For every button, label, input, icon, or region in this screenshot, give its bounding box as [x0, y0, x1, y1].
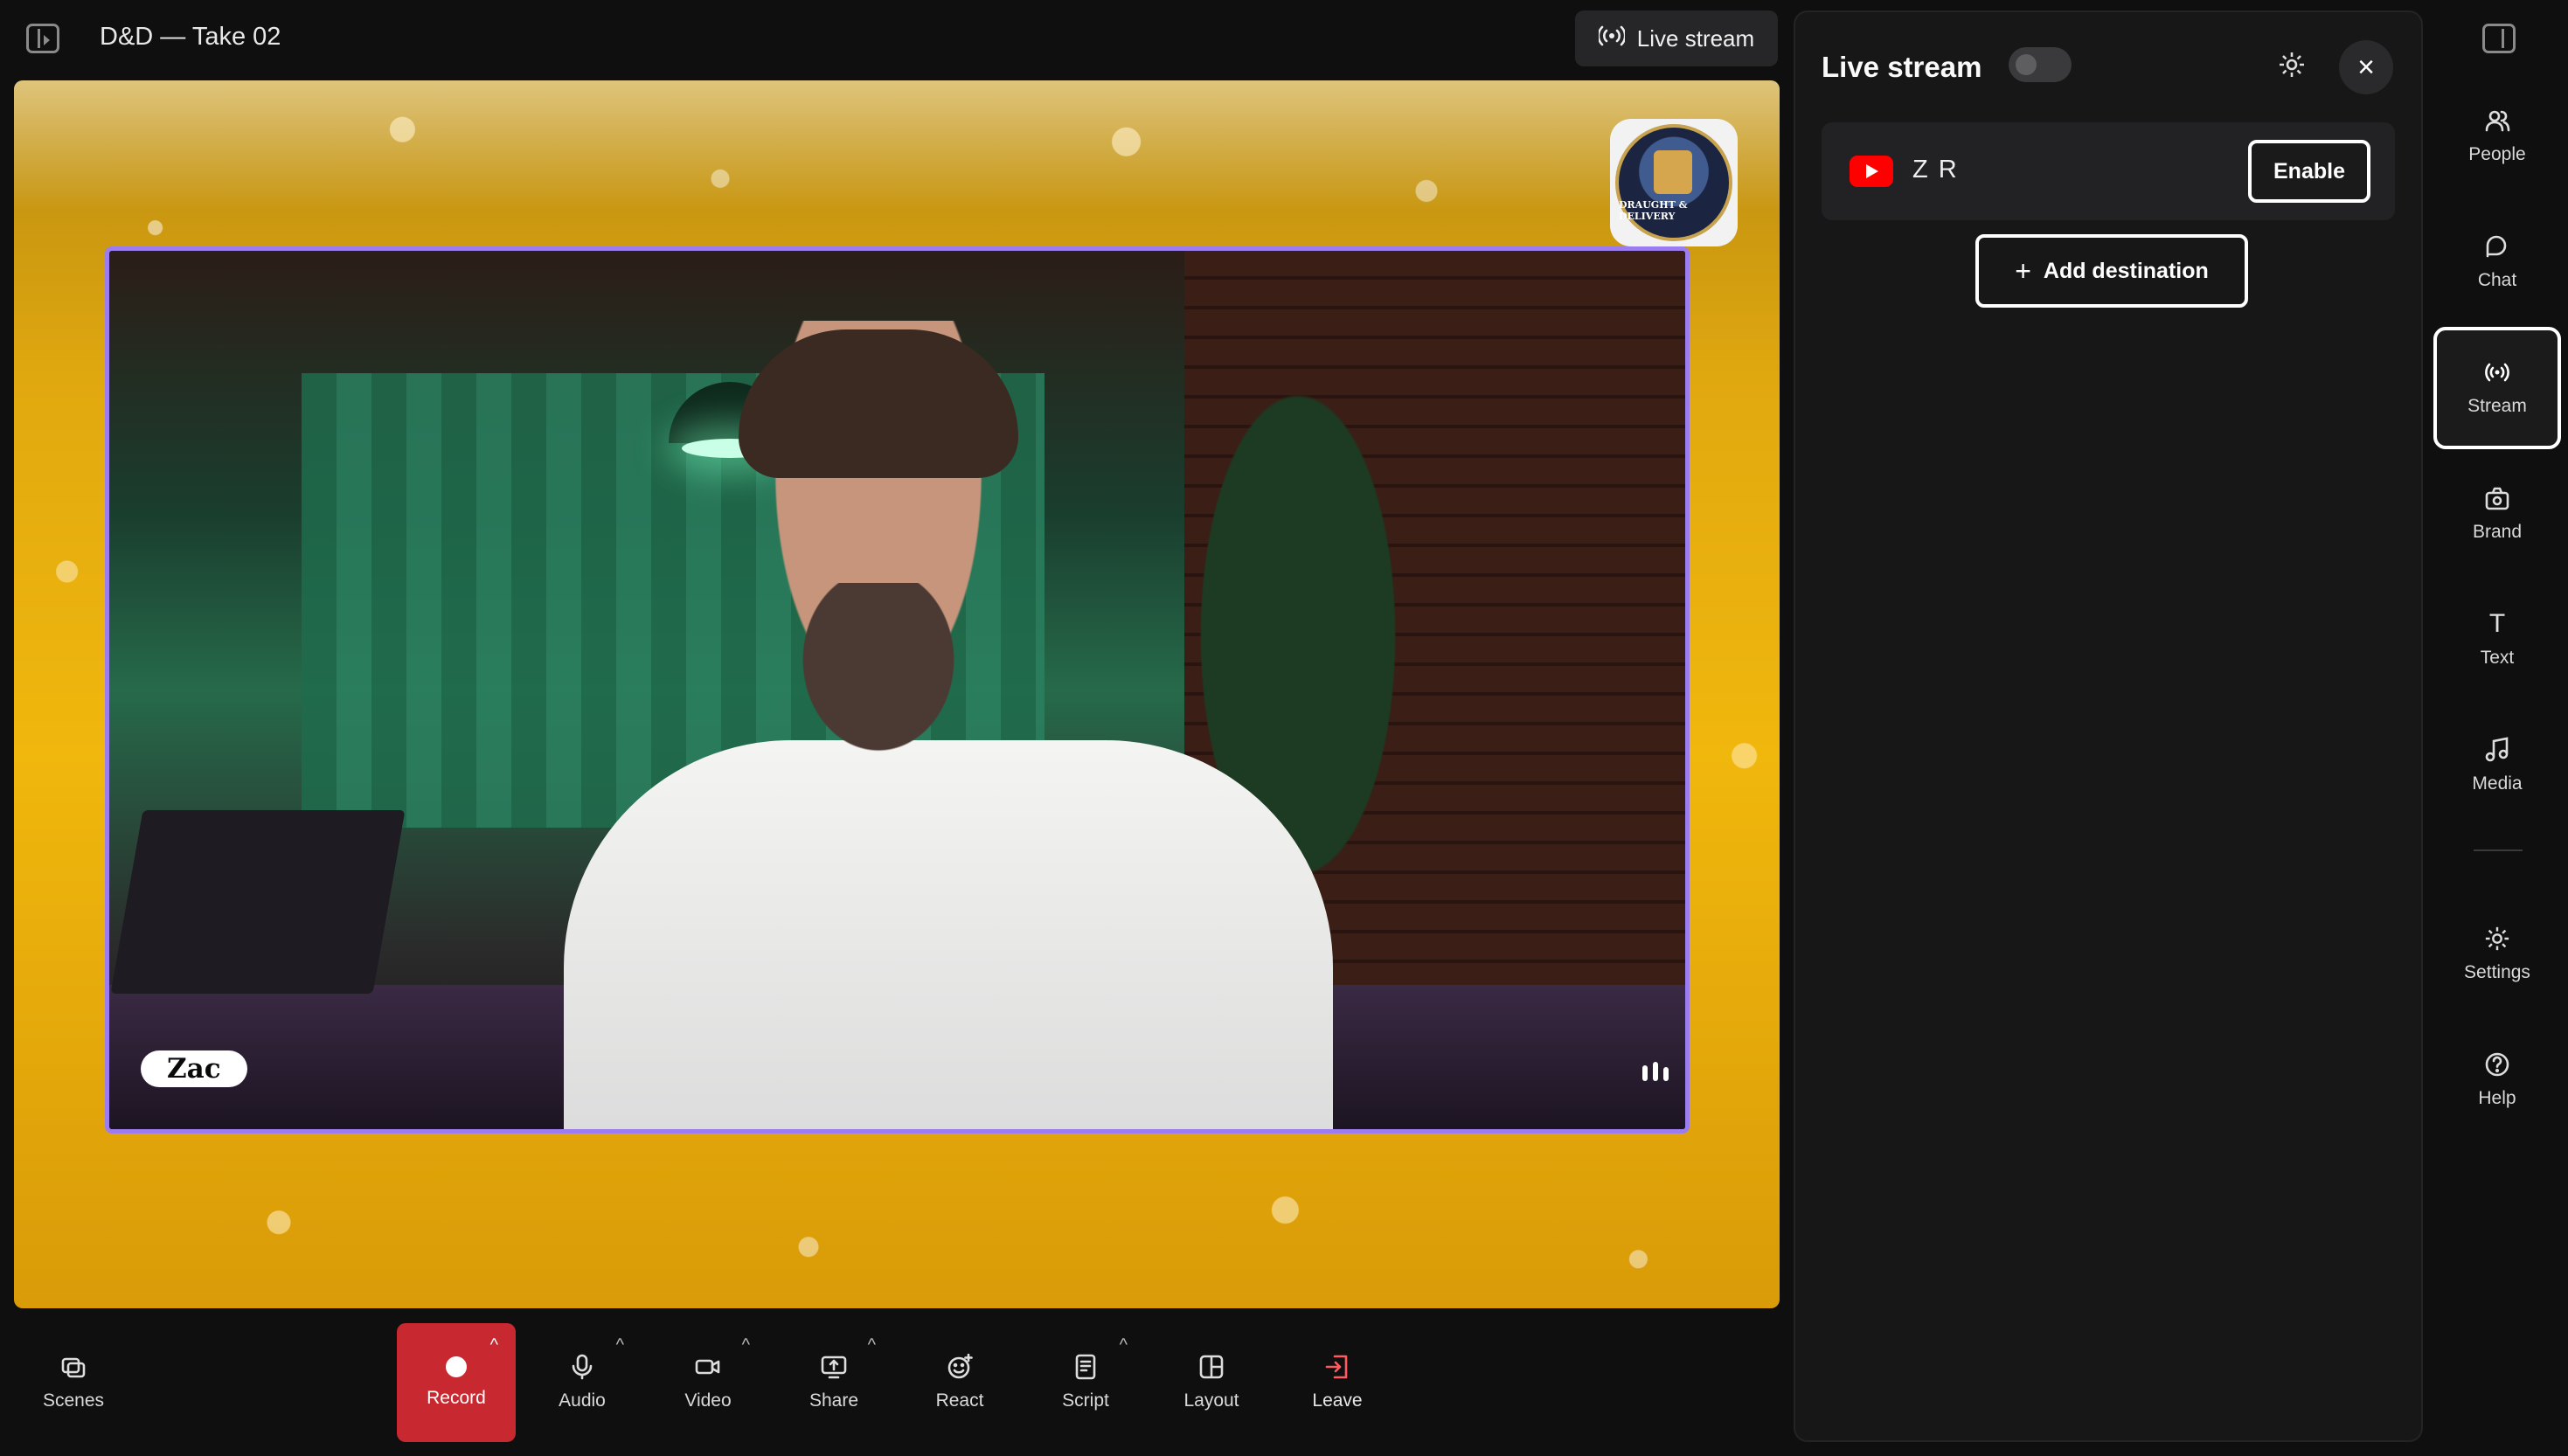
- script-label: Script: [1062, 1390, 1109, 1411]
- plus-icon: +: [2015, 254, 2031, 287]
- live-stream-button[interactable]: Live stream: [1575, 10, 1778, 66]
- stream-broadcast-icon: [2484, 359, 2510, 385]
- brand-logo: DRAUGHT & DELIVERY: [1610, 119, 1738, 246]
- react-label: React: [935, 1390, 984, 1411]
- record-label: Record: [427, 1388, 486, 1408]
- record-icon: [446, 1356, 467, 1377]
- right-sidebar-toggle-icon[interactable]: [2482, 24, 2516, 53]
- nav-text[interactable]: T Text: [2433, 579, 2561, 701]
- video-label: Video: [684, 1390, 732, 1411]
- nav-people-label: People: [2468, 144, 2526, 164]
- enable-destination-button[interactable]: Enable: [2248, 140, 2370, 203]
- person-beard: [782, 583, 975, 775]
- scenes-icon: [60, 1354, 87, 1380]
- layout-icon: [1198, 1354, 1225, 1380]
- youtube-icon: [1850, 156, 1893, 187]
- nav-text-label: Text: [2480, 648, 2515, 668]
- scenes-button[interactable]: Scenes: [14, 1323, 133, 1442]
- audio-options-chevron-icon[interactable]: ^: [616, 1335, 624, 1355]
- share-label: Share: [809, 1390, 859, 1411]
- app-root: D&D — Take 02 Live stream Zac DRAUGHT & …: [0, 0, 2568, 1456]
- script-options-chevron-icon[interactable]: ^: [1120, 1335, 1128, 1355]
- person-hair: [739, 329, 1018, 478]
- audio-level-icon: [1642, 1062, 1669, 1081]
- nav-stream-label: Stream: [2467, 396, 2527, 416]
- nav-chat-label: Chat: [2477, 270, 2517, 290]
- audio-button[interactable]: ^ Audio: [523, 1323, 642, 1442]
- script-document-icon: [1072, 1354, 1099, 1380]
- share-options-chevron-icon[interactable]: ^: [868, 1335, 876, 1355]
- nav-stream[interactable]: Stream: [2433, 327, 2561, 449]
- destination-row: Z R Enable: [1822, 122, 2395, 220]
- settings-gear-icon: [2484, 926, 2510, 952]
- bottom-toolbar: Scenes ^ Record ^ Audio ^ Video ^ Share …: [0, 1318, 1792, 1456]
- stage-canvas[interactable]: Zac DRAUGHT & DELIVERY: [14, 80, 1780, 1308]
- close-panel-icon[interactable]: ×: [2339, 40, 2393, 94]
- react-button[interactable]: React: [900, 1323, 1019, 1442]
- nav-media-label: Media: [2472, 773, 2523, 794]
- record-button[interactable]: ^ Record: [397, 1323, 516, 1442]
- nav-brand-label: Brand: [2472, 522, 2523, 542]
- add-destination-label: Add destination: [2043, 258, 2209, 283]
- top-bar: D&D — Take 02 Live stream: [0, 0, 1792, 79]
- stream-settings-gear-icon[interactable]: [2274, 47, 2309, 82]
- script-button[interactable]: ^ Script: [1026, 1323, 1145, 1442]
- participant-name-tag: Zac: [141, 1050, 247, 1087]
- layout-label: Layout: [1183, 1390, 1239, 1411]
- nav-brand[interactable]: Brand: [2433, 453, 2561, 575]
- share-button[interactable]: ^ Share: [774, 1323, 893, 1442]
- chat-icon: [2484, 233, 2510, 260]
- broadcast-icon: [1597, 24, 1627, 53]
- laptop: [110, 810, 406, 994]
- nav-settings[interactable]: Settings: [2433, 893, 2561, 1016]
- nav-settings-label: Settings: [2464, 962, 2530, 982]
- participant-person: [564, 321, 1333, 1129]
- leave-button[interactable]: Leave: [1278, 1323, 1397, 1442]
- add-destination-button[interactable]: + Add destination: [1975, 234, 2248, 308]
- live-stream-label: Live stream: [1636, 24, 1755, 52]
- live-stream-panel: Live stream × Z R Enable + Add destinati…: [1794, 10, 2423, 1442]
- session-title: D&D — Take 02: [100, 23, 281, 51]
- participant-video-tile[interactable]: Zac: [105, 246, 1690, 1134]
- emoji-add-icon: [947, 1353, 973, 1380]
- nav-people[interactable]: People: [2433, 75, 2561, 198]
- left-sidebar-toggle-icon[interactable]: [26, 24, 59, 53]
- nav-media[interactable]: Media: [2433, 704, 2561, 827]
- brand-icon: [2484, 485, 2510, 511]
- people-icon: [2484, 107, 2510, 134]
- nav-help[interactable]: Help: [2433, 1019, 2561, 1141]
- leave-icon: [1324, 1354, 1350, 1380]
- panel-title: Live stream: [1822, 51, 1982, 83]
- live-stream-toggle[interactable]: [2009, 47, 2072, 82]
- leave-label: Leave: [1312, 1390, 1363, 1411]
- scenes-label: Scenes: [42, 1390, 105, 1411]
- audio-label: Audio: [559, 1390, 606, 1411]
- help-icon: [2484, 1051, 2510, 1078]
- beer-foam-background: [14, 80, 1780, 211]
- camera-icon: [695, 1354, 721, 1380]
- rail-divider: [2474, 849, 2523, 851]
- logo-text: DRAUGHT & DELIVERY: [1619, 199, 1688, 222]
- screen-share-icon: [821, 1354, 847, 1380]
- music-note-icon: [2484, 737, 2510, 763]
- nav-chat[interactable]: Chat: [2433, 201, 2561, 323]
- nav-help-label: Help: [2478, 1088, 2516, 1108]
- person-shirt: [564, 740, 1333, 1129]
- layout-button[interactable]: Layout: [1152, 1323, 1271, 1442]
- microphone-icon: [569, 1354, 595, 1380]
- text-icon: T: [2488, 609, 2506, 638]
- destination-name: Z R: [1912, 156, 1959, 184]
- video-options-chevron-icon[interactable]: ^: [742, 1335, 750, 1355]
- video-button[interactable]: ^ Video: [649, 1323, 767, 1442]
- record-options-chevron-icon[interactable]: ^: [490, 1335, 498, 1355]
- right-nav-rail: People Chat Stream Brand T Text Media Se…: [2430, 0, 2568, 1456]
- beer-mug-icon: [1654, 150, 1692, 194]
